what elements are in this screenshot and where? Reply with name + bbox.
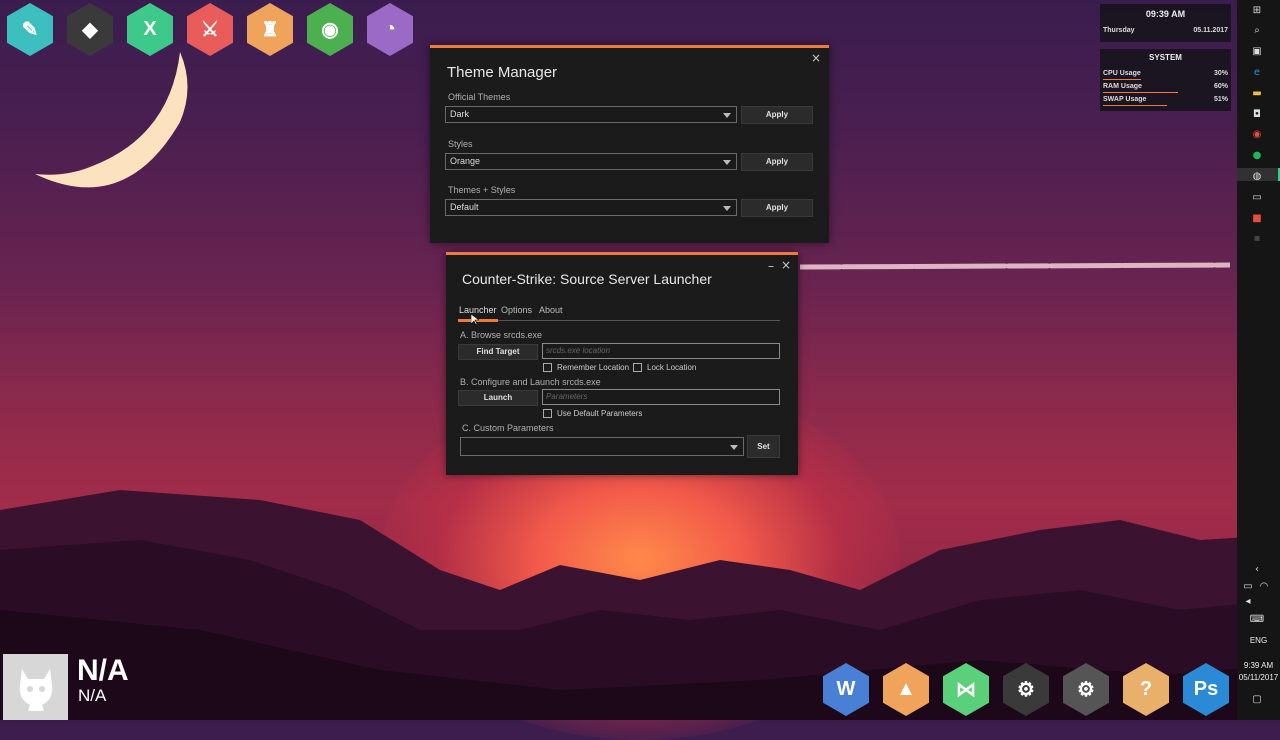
checkbox-box [543, 363, 552, 372]
usage-bar [1103, 79, 1141, 80]
chrome-icon[interactable]: ◉ [1251, 129, 1263, 141]
selected-value: Dark [450, 109, 470, 119]
parameters-input[interactable]: Parameters [542, 389, 780, 405]
album-art [3, 654, 68, 720]
app-red-icon[interactable]: ■ [1251, 212, 1263, 224]
section-b-label: B. Configure and Launch srcds.exe [460, 377, 601, 387]
crescent-moon [35, 52, 188, 188]
lock-location-checkbox[interactable]: Lock Location [633, 363, 696, 372]
chevron-down-icon [723, 113, 731, 118]
terminal-icon[interactable]: ▪ [1251, 233, 1263, 245]
apply-official-button[interactable]: Apply [741, 106, 813, 124]
clock-date: 05.11.2017 [1193, 27, 1228, 34]
system-row-value: 60% [1213, 83, 1228, 90]
system-title: SYSTEM [1149, 53, 1182, 62]
set-button[interactable]: Set [747, 435, 780, 458]
tab-about[interactable]: About [539, 305, 563, 315]
store-icon[interactable]: ◘ [1251, 108, 1263, 120]
system-row-value: 51% [1213, 96, 1228, 103]
system-row-label: SWAP Usage [1103, 96, 1147, 103]
counter-strike-icon[interactable]: ♜ [247, 3, 293, 56]
file-explorer-icon[interactable]: ▬ [1251, 87, 1263, 99]
now-playing-artist: N/A [78, 686, 107, 705]
tab-underline [458, 320, 780, 321]
checkbox-label: Remember Location [557, 363, 630, 372]
system-row-label: CPU Usage [1103, 70, 1141, 77]
mouse-cursor-icon [471, 314, 479, 326]
custom-parameters-dropdown[interactable] [460, 437, 744, 456]
minimize-button[interactable]: – [768, 259, 774, 273]
monstercat-logo-icon [19, 669, 52, 711]
remember-location-checkbox[interactable]: Remember Location [543, 363, 629, 372]
close-button[interactable]: × [781, 258, 791, 272]
apply-themes-styles-button[interactable]: Apply [741, 199, 813, 217]
task-view-icon[interactable]: ▣ [1251, 46, 1263, 58]
selected-value: Orange [450, 156, 481, 166]
themes-styles-dropdown[interactable]: Default [445, 199, 737, 216]
selected-value: Default [450, 202, 479, 212]
system-row-label: RAM Usage [1103, 83, 1142, 90]
section-a-label: A. Browse srcds.exe [460, 330, 543, 340]
spotify-icon[interactable]: ● [1251, 150, 1263, 162]
usage-bar [1103, 92, 1178, 93]
language-indicator[interactable]: ENG [1237, 636, 1280, 645]
find-target-button[interactable]: Find Target [458, 344, 538, 360]
theme-manager-window: Theme Manager × Official Themes Dark App… [430, 45, 829, 243]
tab-options[interactable]: Options [501, 305, 532, 315]
checkbox-box [633, 363, 642, 372]
window-title: Counter-Strike: Source Server Launcher [462, 271, 712, 287]
volume-icon[interactable]: ◂ [1242, 595, 1254, 607]
system-widget: SYSTEM CPU Usage 30% RAM Usage 60% SWAP Usag… [1100, 49, 1231, 111]
styles-label: Styles [448, 139, 473, 149]
section-c-label: C. Custom Parameters [462, 423, 554, 433]
search-icon[interactable]: ⌕ [1251, 25, 1263, 37]
dota-icon[interactable]: ⚔ [187, 3, 233, 56]
contrail [800, 262, 1230, 270]
launch-button[interactable]: Launch [458, 390, 538, 406]
windows-start-icon[interactable]: ⊞ [1251, 4, 1263, 16]
taskbar-date[interactable]: 05/11/2017 [1237, 673, 1280, 682]
tor-browser-icon[interactable]: ◔ [367, 3, 413, 56]
clock-widget: 09:39 AM Thursday 05.11.2017 [1100, 4, 1231, 42]
usage-bar [1103, 105, 1167, 106]
official-themes-dropdown[interactable]: Dark [445, 106, 737, 123]
srcds-location-input[interactable]: srcds.exe location [542, 343, 780, 359]
cmd-icon[interactable]: ▭ [1251, 191, 1263, 203]
chevron-down-icon [723, 160, 731, 165]
close-button[interactable]: × [811, 51, 821, 65]
use-default-parameters-checkbox[interactable]: Use Default Parameters [543, 409, 642, 418]
keyboard-icon[interactable]: ⌨ [1250, 613, 1264, 625]
themes-styles-label: Themes + Styles [448, 185, 516, 195]
chrome-icon[interactable]: ◉ [307, 3, 353, 56]
checkbox-label: Lock Location [647, 363, 697, 372]
apply-styles-button[interactable]: Apply [741, 153, 813, 171]
checkbox-box [543, 409, 552, 418]
chevron-down-icon [723, 206, 731, 211]
window-title: Theme Manager [447, 64, 558, 81]
notification-center-icon[interactable]: ▢ [1251, 693, 1263, 705]
server-launcher-window: Counter-Strike: Source Server Launcher –… [446, 252, 798, 475]
now-playing-title: N/A [77, 654, 129, 687]
official-themes-label: Official Themes [448, 92, 511, 102]
edge-icon[interactable]: e [1251, 66, 1263, 78]
taskbar-time[interactable]: 9:39 AM [1237, 661, 1280, 670]
wifi-icon[interactable]: ◠ [1258, 580, 1270, 592]
battery-icon[interactable]: ▭ [1242, 580, 1254, 592]
clock-time: 09:39 AM [1145, 9, 1186, 19]
chevron-up-icon[interactable]: ‹ [1251, 563, 1263, 575]
checkbox-label: Use Default Parameters [557, 409, 643, 418]
system-row-value: 30% [1213, 70, 1228, 77]
styles-dropdown[interactable]: Orange [445, 153, 737, 170]
clock-day: Thursday [1103, 27, 1135, 34]
chevron-down-icon [730, 445, 738, 450]
active-app-indicator [1237, 168, 1280, 181]
